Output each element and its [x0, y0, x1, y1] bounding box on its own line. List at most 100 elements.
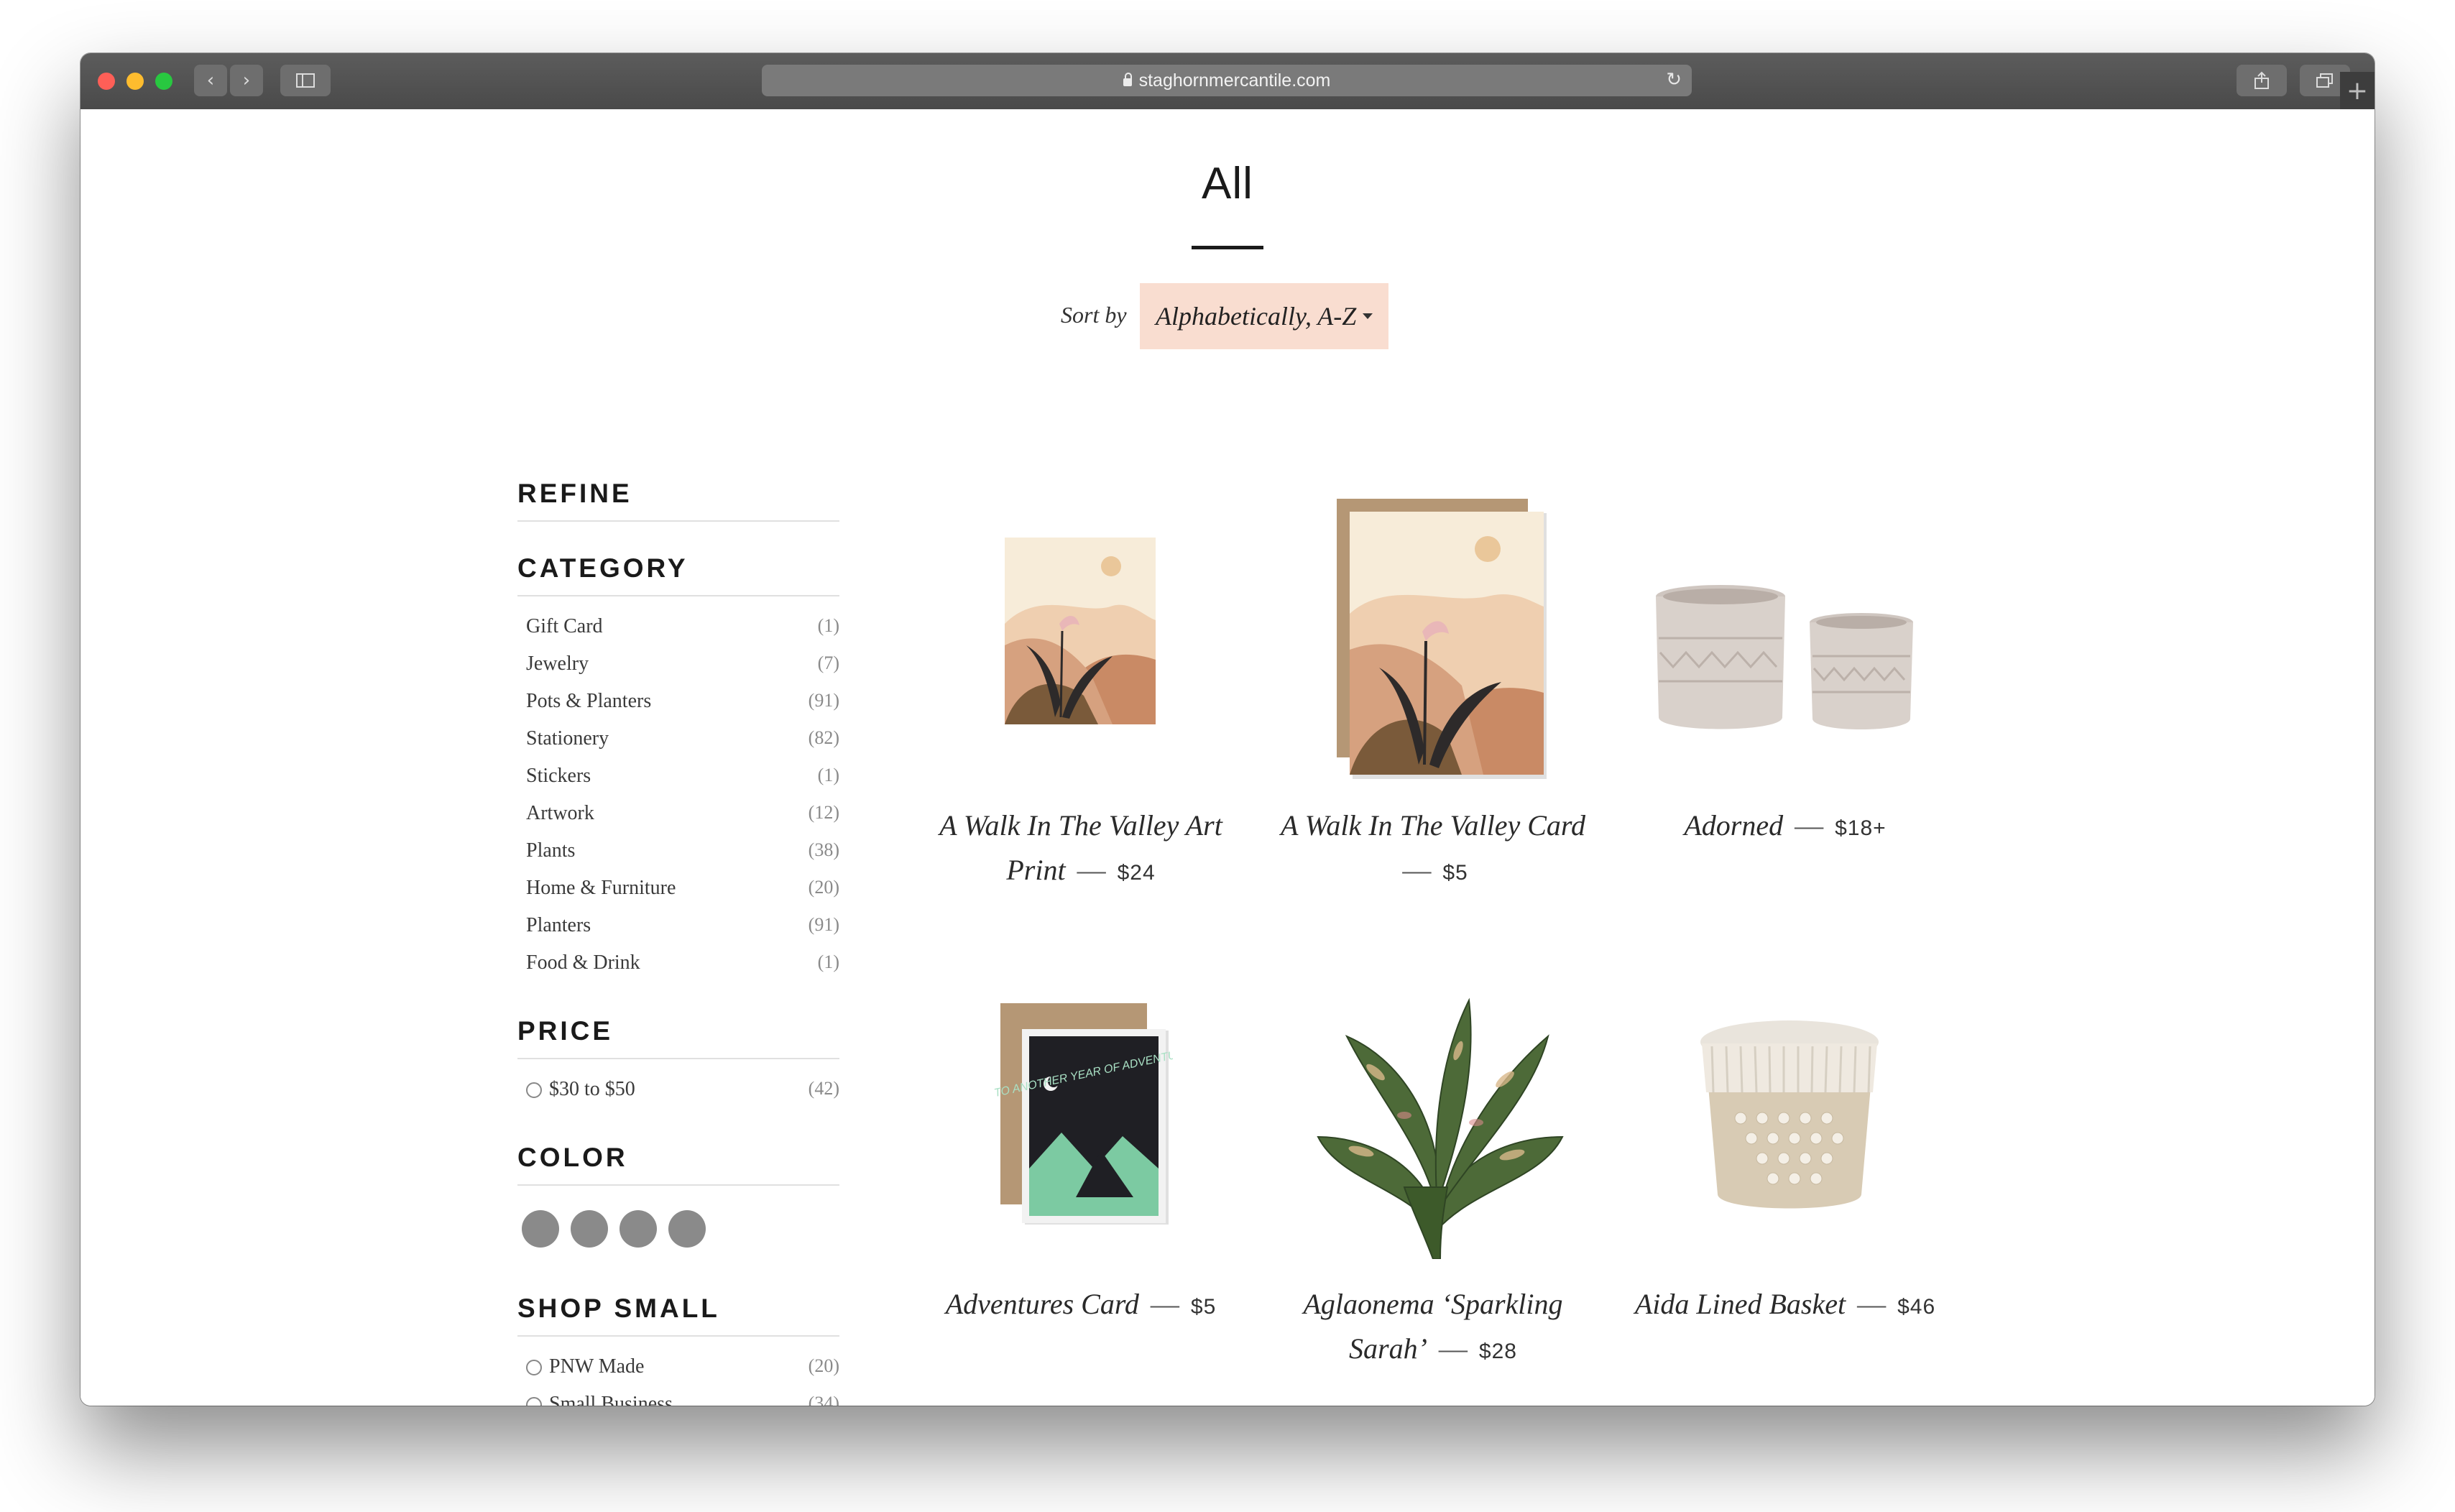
filter-count: (7): [817, 653, 839, 673]
filter-count: (1): [817, 765, 839, 785]
minimize-window-button[interactable]: [126, 73, 144, 90]
back-button[interactable]: ‹: [194, 65, 227, 96]
category-filter-jewelry[interactable]: Jewelry (7): [526, 653, 839, 681]
product-title: A Walk In The Valley Art Print — $24: [939, 809, 1222, 886]
filter-label: Pots & Planters: [526, 690, 652, 712]
category-filter-gift-card[interactable]: Gift Card (1): [526, 615, 839, 644]
filter-label: Small Business: [549, 1393, 673, 1406]
lock-icon: [1123, 72, 1132, 86]
divider: [517, 595, 839, 596]
close-window-button[interactable]: [98, 73, 115, 90]
filter-label: Home & Furniture: [526, 877, 676, 899]
category-filter-planters[interactable]: Planters (91): [526, 914, 839, 943]
divider: [517, 1335, 839, 1337]
color-heading: COLOR: [517, 1143, 628, 1172]
category-filter-artwork[interactable]: Artwork (12): [526, 802, 839, 831]
filter-label: $30 to $50: [549, 1078, 635, 1100]
product-title: Aglaonema ‘Sparkling Sarah’ — $28: [1303, 1288, 1563, 1365]
adventures-card-image[interactable]: TO ANOTHER YEAR OF ADVENTURES: [993, 1003, 1173, 1226]
color-swatch[interactable]: [522, 1210, 559, 1248]
filter-count: (38): [808, 839, 839, 860]
filter-label: Food & Drink: [526, 951, 640, 974]
product-card[interactable]: Aida Lined Basket — $46: [1620, 1282, 1950, 1329]
filter-count: (91): [808, 690, 839, 711]
share-icon: [2254, 71, 2269, 89]
radio-button[interactable]: [526, 1397, 542, 1406]
plus-icon: +: [2346, 75, 2369, 106]
product-card[interactable]: Aglaonema ‘Sparkling Sarah’ — $28: [1268, 1282, 1598, 1374]
filter-count: (1): [817, 615, 839, 636]
product-price: $18+: [1835, 816, 1887, 840]
product-card[interactable]: A Walk In The Valley Card — $5: [1268, 803, 1598, 895]
page-content: All Sort by Alphabetically, A-Z REFINE C…: [80, 109, 2375, 1406]
divider: [517, 1184, 839, 1186]
adorned-pots-image[interactable]: [1652, 581, 1920, 739]
product-card[interactable]: Adorned — $18+: [1620, 803, 1950, 851]
filter-count: (91): [808, 914, 839, 935]
color-swatch[interactable]: [571, 1210, 608, 1248]
product-price: $28: [1478, 1340, 1517, 1363]
page-title: All: [1202, 159, 1253, 208]
divider: [517, 520, 839, 522]
radio-button[interactable]: [526, 1082, 542, 1098]
chevron-left-icon: ‹: [206, 70, 215, 91]
category-filter-food-drink[interactable]: Food & Drink (1): [526, 951, 839, 980]
shop-small-heading: SHOP SMALL: [517, 1294, 720, 1323]
browser-titlebar: ‹ › staghornmercantile.com ↻ +: [80, 53, 2375, 110]
category-filter-pots-planters[interactable]: Pots & Planters (91): [526, 690, 839, 719]
filter-label: Gift Card: [526, 615, 603, 637]
sort-label: Sort by: [1061, 302, 1127, 328]
sidebar-icon: [296, 73, 315, 88]
forward-button[interactable]: ›: [230, 65, 263, 96]
tabs-icon: [2316, 73, 2333, 88]
divider: [517, 1058, 839, 1059]
caret-down-icon: [1363, 313, 1373, 319]
product-card[interactable]: Adventures Card — $5: [916, 1282, 1246, 1329]
sort-select[interactable]: Alphabetically, A-Z: [1140, 283, 1388, 349]
color-swatch[interactable]: [668, 1210, 706, 1248]
product-title: Aida Lined Basket — $46: [1634, 1288, 1936, 1320]
category-heading: CATEGORY: [517, 553, 688, 583]
aida-basket-image[interactable]: [1698, 1018, 1881, 1216]
sort-value: Alphabetically, A-Z: [1156, 302, 1357, 331]
art-print-image[interactable]: [1005, 538, 1156, 724]
product-card[interactable]: A Walk In The Valley Art Print — $24: [916, 803, 1246, 895]
filter-count: (12): [808, 802, 839, 823]
filter-count: (1): [817, 951, 839, 972]
filter-count: (20): [808, 1355, 839, 1376]
filter-label: PNW Made: [549, 1355, 645, 1378]
price-heading: PRICE: [517, 1016, 614, 1046]
product-price: $46: [1897, 1295, 1936, 1319]
reload-icon[interactable]: ↻: [1666, 69, 1682, 91]
color-swatch[interactable]: [619, 1210, 657, 1248]
share-button[interactable]: [2237, 65, 2287, 96]
price-filter-30-50[interactable]: $30 to $50 (42): [526, 1078, 839, 1107]
category-filter-plants[interactable]: Plants (38): [526, 839, 839, 868]
filter-count: (34): [808, 1393, 839, 1406]
category-filter-home-furniture[interactable]: Home & Furniture (20): [526, 877, 839, 905]
filter-label: Plants: [526, 839, 576, 862]
filter-label: Jewelry: [526, 653, 589, 675]
zoom-window-button[interactable]: [155, 73, 172, 90]
filter-count: (82): [808, 727, 839, 748]
product-title: Adventures Card — $5: [945, 1288, 1217, 1320]
aglaonema-plant-image[interactable]: [1296, 972, 1577, 1259]
title-divider: [1192, 246, 1263, 249]
product-title: Adorned — $18+: [1684, 809, 1887, 842]
address-bar[interactable]: staghornmercantile.com ↻: [762, 65, 1692, 96]
valley-card-image[interactable]: [1325, 499, 1548, 779]
shop-small-filter-pnw-made[interactable]: PNW Made (20): [526, 1355, 839, 1384]
radio-button[interactable]: [526, 1360, 542, 1375]
refine-heading: REFINE: [517, 479, 632, 508]
shop-small-filter-small-business[interactable]: Small Business (34): [526, 1393, 839, 1406]
url-text: staghornmercantile.com: [1138, 70, 1331, 91]
filter-label: Stationery: [526, 727, 609, 750]
product-price: $5: [1442, 861, 1468, 885]
filter-label: Stickers: [526, 765, 591, 787]
new-tab-button[interactable]: +: [2340, 72, 2375, 109]
filter-label: Artwork: [526, 802, 594, 824]
filter-count: (20): [808, 877, 839, 898]
category-filter-stickers[interactable]: Stickers (1): [526, 765, 839, 793]
sidebar-toggle-button[interactable]: [280, 65, 331, 96]
category-filter-stationery[interactable]: Stationery (82): [526, 727, 839, 756]
